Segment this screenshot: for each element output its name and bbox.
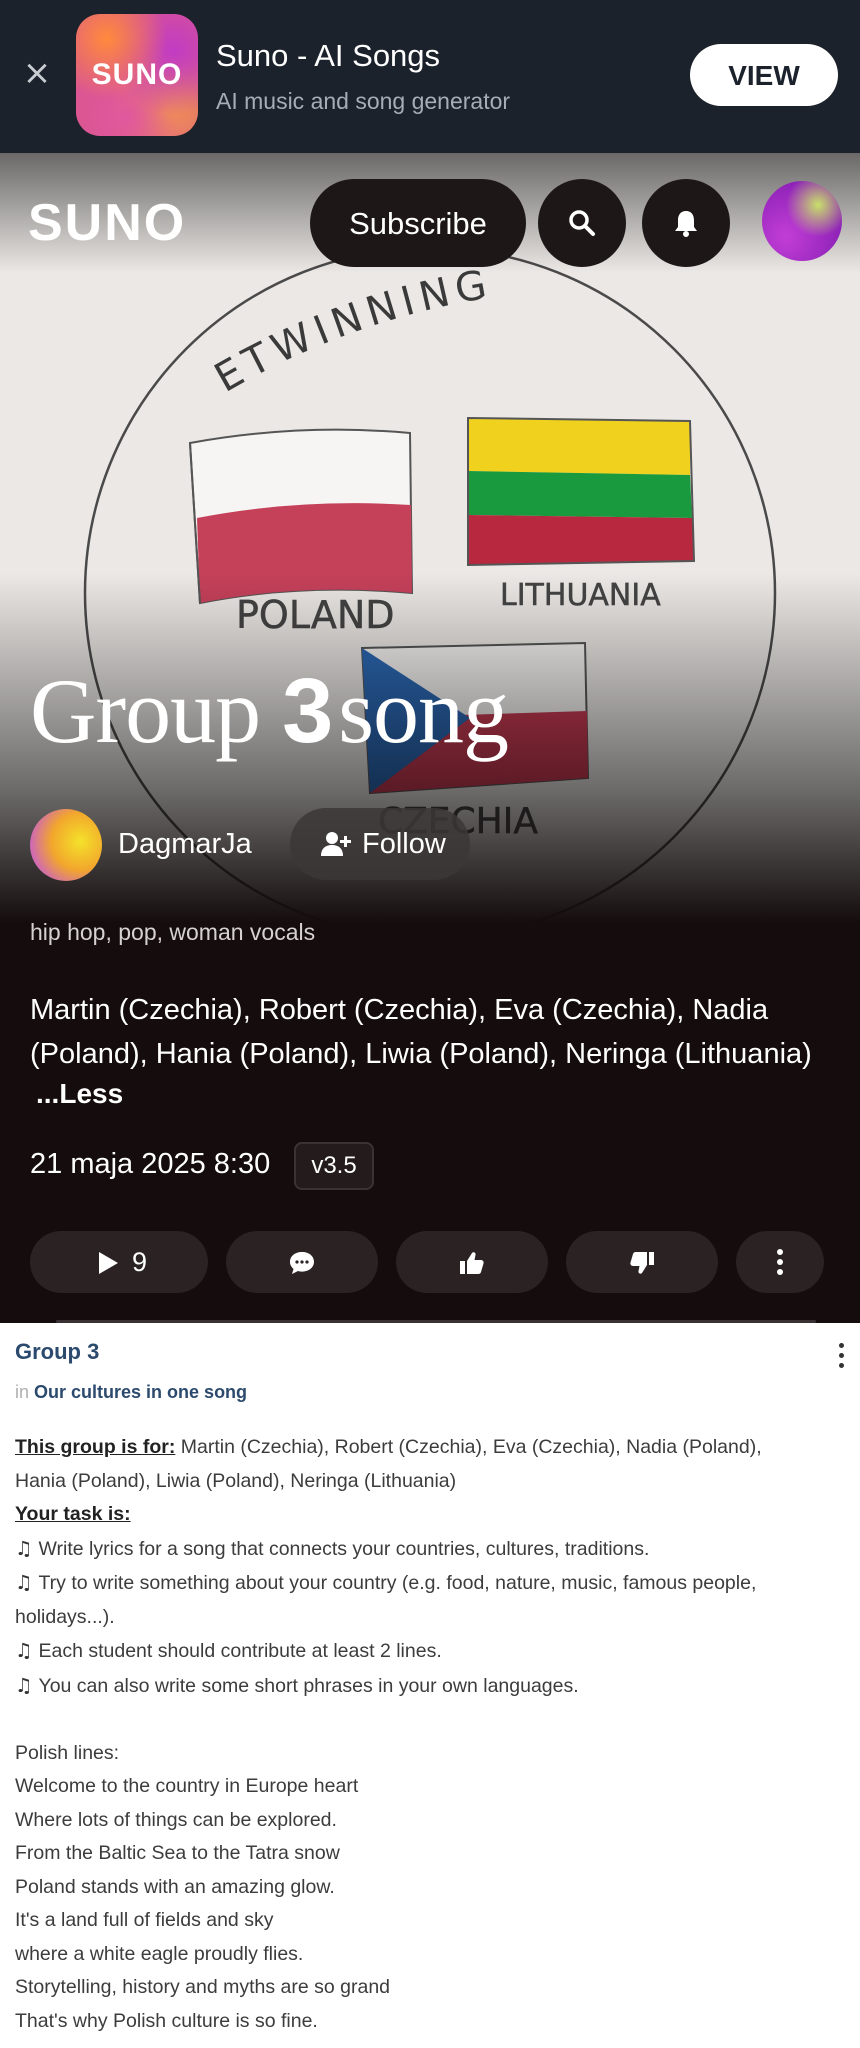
for-line: This group is for: Martin (Czechia), Rob… <box>15 1431 857 1465</box>
subscribe-button[interactable]: Subscribe <box>310 179 526 267</box>
song-tags[interactable]: hip hop, pop, woman vocals <box>30 919 315 946</box>
task-label: Your task is: <box>15 1503 131 1525</box>
doc-course: in Our cultures in one song <box>15 1382 247 1403</box>
doc-title[interactable]: Group 3 <box>15 1339 99 1365</box>
lyric-line: where a white eagle proudly flies. <box>15 1942 304 1965</box>
task-label-line: Your task is: <box>15 1498 857 1532</box>
doc-in-prefix: in <box>15 1382 30 1402</box>
lyric-line: Poland stands with an amazing glow. <box>15 1875 335 1898</box>
doc-course-link[interactable]: Our cultures in one song <box>34 1382 247 1402</box>
music-note-icon: ♫ <box>15 1571 33 1594</box>
dislike-button[interactable] <box>566 1231 718 1293</box>
bell-icon <box>675 211 697 237</box>
task-1-text: Write lyrics for a song that connects yo… <box>38 1537 650 1560</box>
music-note-icon: ♫ <box>15 1673 33 1697</box>
lyric-line: Welcome to the country in Europe heart <box>15 1775 359 1797</box>
app-install-banner: × SUNO Suno - AI Songs AI music and song… <box>0 0 860 153</box>
task-item: ♫ You can also write some short phrases i… <box>15 1669 857 1704</box>
task-4-text: You can also write some short phrases in… <box>38 1674 579 1697</box>
search-button[interactable] <box>538 179 626 267</box>
follow-label: Follow <box>362 828 446 860</box>
app-subtitle: AI music and song generator <box>216 88 511 114</box>
for-text: Martin (Czechia), Robert (Czechia), Eva … <box>175 1436 762 1458</box>
lyric-line: From the Baltic Sea to the Tatra snow <box>15 1842 340 1864</box>
thumbs-down-icon <box>630 1252 654 1274</box>
lyric-line: Storytelling, history and myths are so g… <box>15 1976 391 1998</box>
more-options-button[interactable] <box>736 1231 824 1293</box>
artist-avatar[interactable] <box>30 809 102 881</box>
song-title-number: 3 <box>282 660 333 762</box>
music-note-icon: ♫ <box>15 1639 33 1662</box>
task-item: ♫ Each student should contribute at least… <box>15 1634 857 1669</box>
like-button[interactable] <box>396 1231 548 1293</box>
suno-app-icon: SUNO <box>76 14 198 136</box>
more-vertical-icon <box>777 1249 783 1275</box>
comment-icon <box>290 1252 314 1274</box>
song-description: Martin (Czechia), Robert (Czechia), Eva … <box>30 994 812 1070</box>
follow-button[interactable]: Follow <box>290 808 470 880</box>
add-user-icon <box>321 832 351 856</box>
song-title: Group 3song <box>30 658 509 764</box>
lyric-line: That's why Polish culture is so fine. <box>15 2009 318 2032</box>
task-3-text: Each student should contribute at least … <box>38 1640 442 1662</box>
polish-label: Polish lines: <box>15 1741 120 1764</box>
lyric-line: It's a land full of fields and sky <box>15 1909 274 1931</box>
song-date: 21 maja 2025 8:30 <box>30 1148 271 1180</box>
artist-name[interactable]: DagmarJa <box>118 828 252 861</box>
app-name: Suno - AI Songs <box>216 38 441 73</box>
search-icon <box>569 210 595 236</box>
task-item: ♫ Try to write something about your count… <box>15 1566 857 1601</box>
close-icon[interactable]: × <box>20 56 54 90</box>
lyric-line: Where lots of things can be explored. <box>15 1808 337 1831</box>
task-2-text: Try to write something about your countr… <box>38 1572 757 1594</box>
doc-body: This group is for: Martin (Czechia), Rob… <box>15 1431 857 2038</box>
music-note-icon: ♫ <box>15 1536 33 1560</box>
notifications-button[interactable] <box>642 179 730 267</box>
version-badge: v3.5 <box>294 1142 374 1190</box>
task-item: ♫ Write lyrics for a song that connects y… <box>15 1532 857 1567</box>
suno-logo[interactable]: SUNO <box>28 193 186 253</box>
thumbs-up-icon <box>460 1252 484 1274</box>
task-2-cont: holidays...). <box>15 1605 115 1628</box>
doc-more-icon[interactable] <box>832 1341 850 1371</box>
less-link[interactable]: ...Less <box>36 1078 123 1110</box>
view-button[interactable]: VIEW <box>690 44 838 106</box>
play-count: 9 <box>132 1247 148 1277</box>
play-button[interactable]: 9 <box>30 1231 208 1293</box>
user-avatar[interactable] <box>762 181 842 261</box>
song-title-part3: song <box>338 660 509 762</box>
assignment-document: Group 3 in Our cultures in one song This… <box>0 1323 860 2048</box>
comment-button[interactable] <box>226 1231 378 1293</box>
app-icon-text: SUNO <box>91 58 183 91</box>
for-label: This group is for: <box>15 1436 176 1458</box>
for-line-2: Hania (Poland), Liwia (Poland), Neringa … <box>15 1469 457 1492</box>
song-title-part1: Group <box>30 660 283 762</box>
play-icon <box>99 1252 118 1274</box>
song-hero: ETWINNING POLAND LITHUANIA <box>0 153 860 1323</box>
